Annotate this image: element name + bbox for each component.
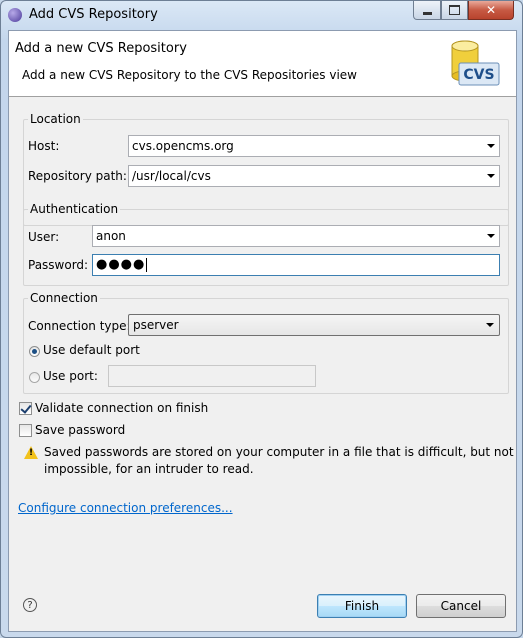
- port-field[interactable]: [108, 365, 316, 387]
- save-password-label[interactable]: Save password: [35, 423, 125, 437]
- connection-type-select[interactable]: pserver: [128, 314, 500, 336]
- chevron-down-icon: [487, 144, 495, 148]
- repository-path-combo[interactable]: /usr/local/cvs: [128, 165, 500, 187]
- repository-path-label: Repository path:: [28, 169, 127, 183]
- connection-type-value: pserver: [133, 318, 179, 332]
- user-label: User:: [28, 230, 60, 244]
- chevron-down-icon: [487, 174, 495, 178]
- host-label: Host:: [28, 139, 60, 153]
- minimize-icon: [422, 11, 432, 15]
- repository-path-value: /usr/local/cvs: [132, 169, 211, 183]
- use-default-port-label[interactable]: Use default port: [43, 343, 140, 357]
- dialog-body: Add a new CVS Repository Add a new CVS R…: [8, 30, 517, 632]
- save-password-checkbox[interactable]: [19, 424, 32, 437]
- use-port-radio[interactable]: [29, 372, 40, 383]
- finish-button[interactable]: Finish: [317, 594, 407, 618]
- banner-title: Add a new CVS Repository: [15, 41, 187, 56]
- warning-mark: !: [29, 448, 34, 458]
- cancel-button[interactable]: Cancel: [416, 594, 506, 618]
- connection-legend: Connection: [28, 291, 100, 305]
- title-bar[interactable]: Add CVS Repository ✕: [1, 1, 522, 29]
- wizard-banner: Add a new CVS Repository Add a new CVS R…: [9, 31, 516, 97]
- close-button[interactable]: ✕: [468, 1, 514, 20]
- use-port-label[interactable]: Use port:: [43, 369, 98, 383]
- close-icon: ✕: [485, 3, 497, 17]
- authentication-legend: Authentication: [28, 202, 121, 216]
- user-combo[interactable]: anon: [92, 225, 500, 247]
- minimize-button[interactable]: [413, 1, 441, 20]
- chevron-down-icon: [487, 234, 495, 238]
- host-combo[interactable]: cvs.opencms.org: [128, 135, 500, 157]
- cvs-icon-label: CVS: [463, 67, 494, 83]
- user-value: anon: [96, 229, 126, 243]
- maximize-button[interactable]: [441, 1, 468, 20]
- password-mask: ●●●●: [96, 257, 148, 272]
- chevron-down-icon: [486, 323, 494, 327]
- cvs-repository-icon: CVS: [451, 40, 500, 86]
- help-icon[interactable]: ?: [23, 598, 37, 612]
- use-default-port-radio[interactable]: [29, 346, 40, 357]
- validate-connection-checkbox[interactable]: [19, 402, 32, 415]
- authentication-group: Authentication User: anon Password: ●●●●: [23, 202, 509, 286]
- banner-description: Add a new CVS Repository to the CVS Repo…: [22, 68, 357, 82]
- connection-type-label: Connection type:: [28, 319, 131, 333]
- connection-group: Connection Connection type: pserver Use …: [23, 291, 509, 394]
- eclipse-app-icon: [8, 8, 22, 22]
- window-title: Add CVS Repository: [29, 7, 158, 22]
- configure-connection-preferences-link[interactable]: Configure connection preferences...: [18, 501, 233, 515]
- save-password-warning: Saved passwords are stored on your compu…: [44, 445, 514, 476]
- dialog-window: Add CVS Repository ✕ Add a new CVS Repos…: [0, 0, 523, 638]
- password-label: Password:: [28, 258, 89, 272]
- host-value: cvs.opencms.org: [132, 139, 234, 153]
- password-field[interactable]: ●●●●: [92, 254, 500, 276]
- validate-connection-label[interactable]: Validate connection on finish: [35, 401, 208, 415]
- location-legend: Location: [28, 112, 83, 126]
- maximize-icon: [449, 5, 460, 15]
